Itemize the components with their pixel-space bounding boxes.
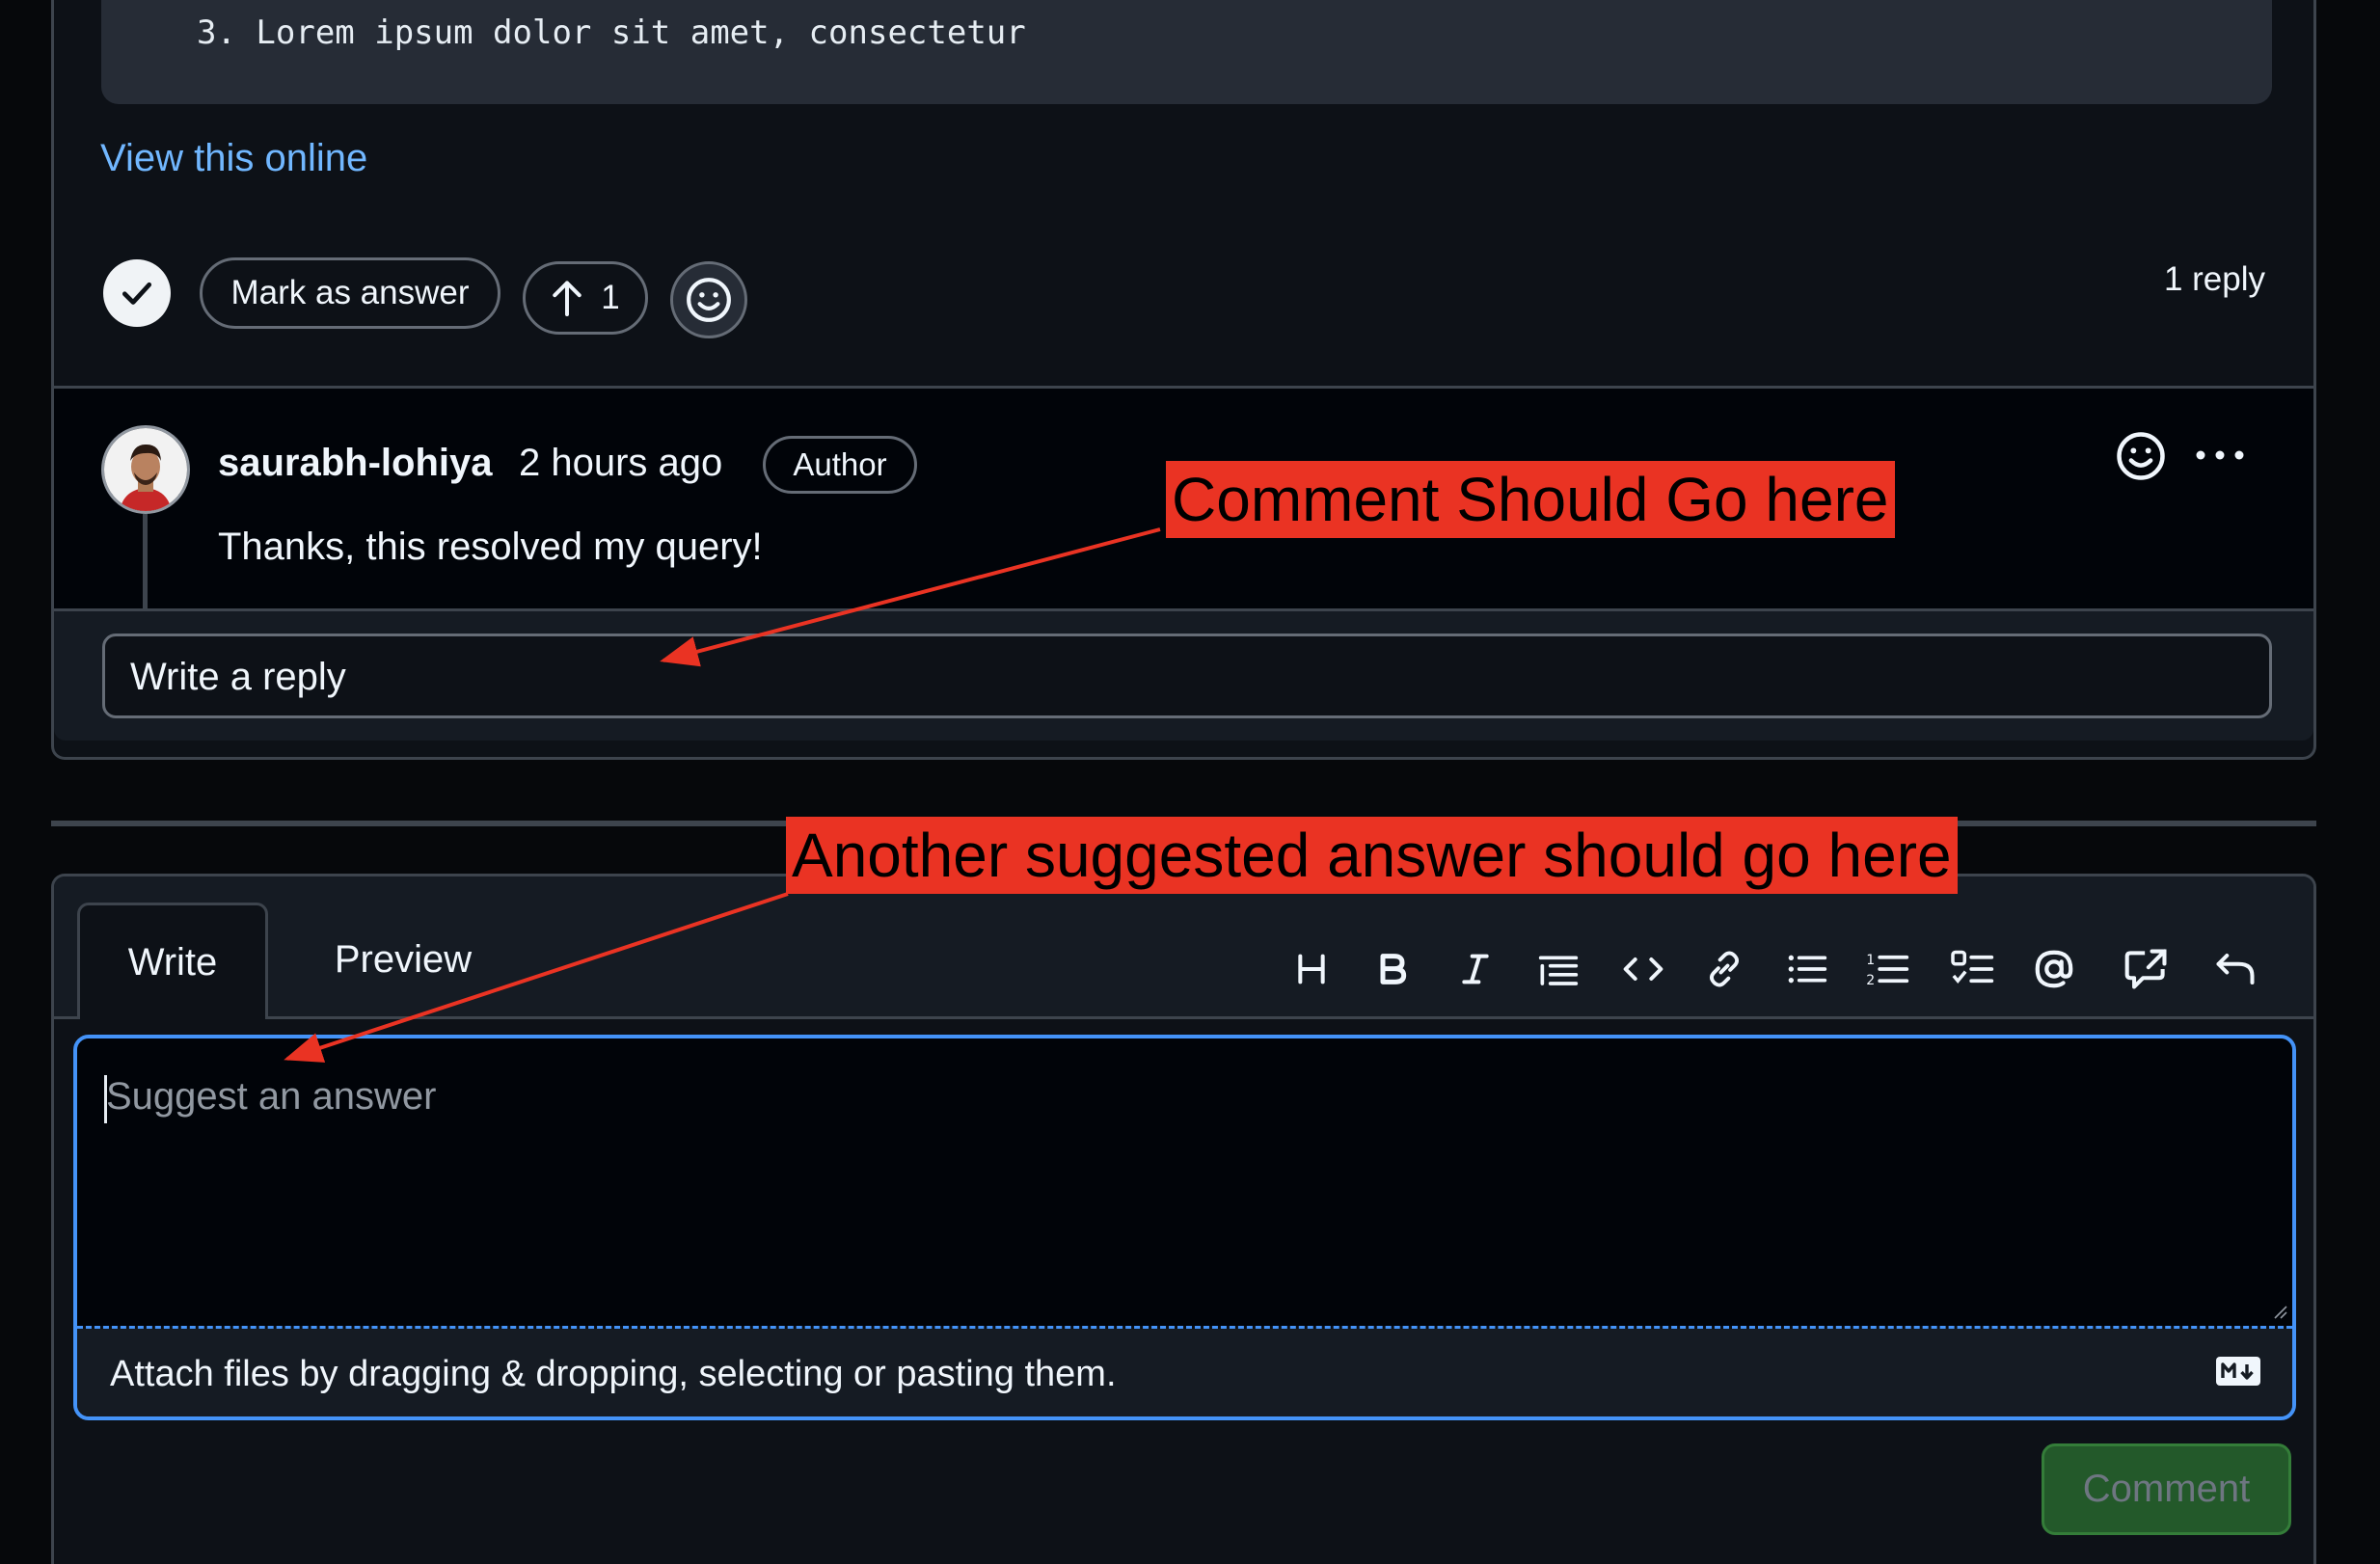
reply-username[interactable]: saurabh-lohiya: [218, 442, 493, 485]
attach-files-bar[interactable]: Attach files by dragging & dropping, sel…: [77, 1329, 2292, 1416]
write-reply-input[interactable]: Write a reply: [102, 634, 2272, 718]
view-online-link[interactable]: View this online: [100, 137, 367, 180]
discussion-comment-card: 3. Lorem ipsum dolor sit amet, consectet…: [51, 0, 2316, 760]
annotation-answer-location: Another suggested answer should go here: [786, 817, 1958, 894]
more-options-icon[interactable]: [2193, 445, 2247, 465]
mention-icon[interactable]: [2027, 932, 2081, 1006]
suggest-answer-field[interactable]: Suggest an answer Attach files by draggi…: [73, 1035, 2296, 1420]
bulleted-list-icon[interactable]: [1780, 932, 1834, 1006]
comment-editor: Write Preview 12 Suggest an answer Attac…: [51, 874, 2316, 1564]
cross-reference-icon[interactable]: [2120, 932, 2174, 1006]
task-list-icon[interactable]: [1946, 932, 2000, 1006]
avatar[interactable]: [101, 425, 190, 514]
tab-preview[interactable]: Preview: [307, 903, 500, 1016]
upvote-count: 1: [601, 279, 620, 316]
reply-body: Thanks, this resolved my query!: [218, 526, 763, 568]
add-reaction-button[interactable]: [670, 261, 747, 338]
smiley-icon: [687, 278, 731, 322]
mark-as-answer-button[interactable]: Mark as answer: [200, 257, 500, 329]
text-cursor: [104, 1075, 107, 1123]
thread-line: [143, 514, 148, 608]
undo-icon[interactable]: [2208, 932, 2262, 1006]
heading-icon[interactable]: [1285, 932, 1339, 1006]
reply-timestamp[interactable]: 2 hours ago: [519, 442, 722, 485]
markdown-icon[interactable]: [2215, 1356, 2261, 1387]
attach-files-text: Attach files by dragging & dropping, sel…: [110, 1354, 1117, 1394]
bold-icon[interactable]: [1366, 932, 1420, 1006]
resize-handle-icon[interactable]: [2271, 1303, 2288, 1320]
annotation-comment-location: Comment Should Go here: [1166, 461, 1895, 538]
upvote-button[interactable]: 1: [523, 261, 648, 335]
check-icon: [122, 282, 152, 305]
smiley-icon[interactable]: [2115, 430, 2167, 482]
code-icon[interactable]: [1616, 932, 1670, 1006]
svg-text:2: 2: [1866, 973, 1875, 988]
write-reply-area: Write a reply: [54, 611, 2313, 741]
code-line: 3. Lorem ipsum dolor sit amet, consectet…: [197, 13, 1026, 52]
suggest-answer-input[interactable]: Suggest an answer: [77, 1038, 2292, 1326]
reply-count[interactable]: 1 reply: [2164, 260, 2265, 299]
numbered-list-icon[interactable]: 12: [1861, 932, 1915, 1006]
author-badge: Author: [763, 436, 917, 494]
quote-icon[interactable]: [1531, 932, 1585, 1006]
italic-icon[interactable]: [1448, 932, 1502, 1006]
tab-write[interactable]: Write: [77, 903, 268, 1019]
answer-check-button[interactable]: [103, 259, 171, 327]
code-block: 3. Lorem ipsum dolor sit amet, consectet…: [101, 0, 2272, 104]
link-icon[interactable]: [1697, 932, 1751, 1006]
user-portrait-icon: [104, 428, 187, 511]
svg-text:1: 1: [1866, 953, 1875, 968]
comment-button[interactable]: Comment: [2042, 1443, 2291, 1535]
arrow-up-icon: [553, 281, 581, 316]
